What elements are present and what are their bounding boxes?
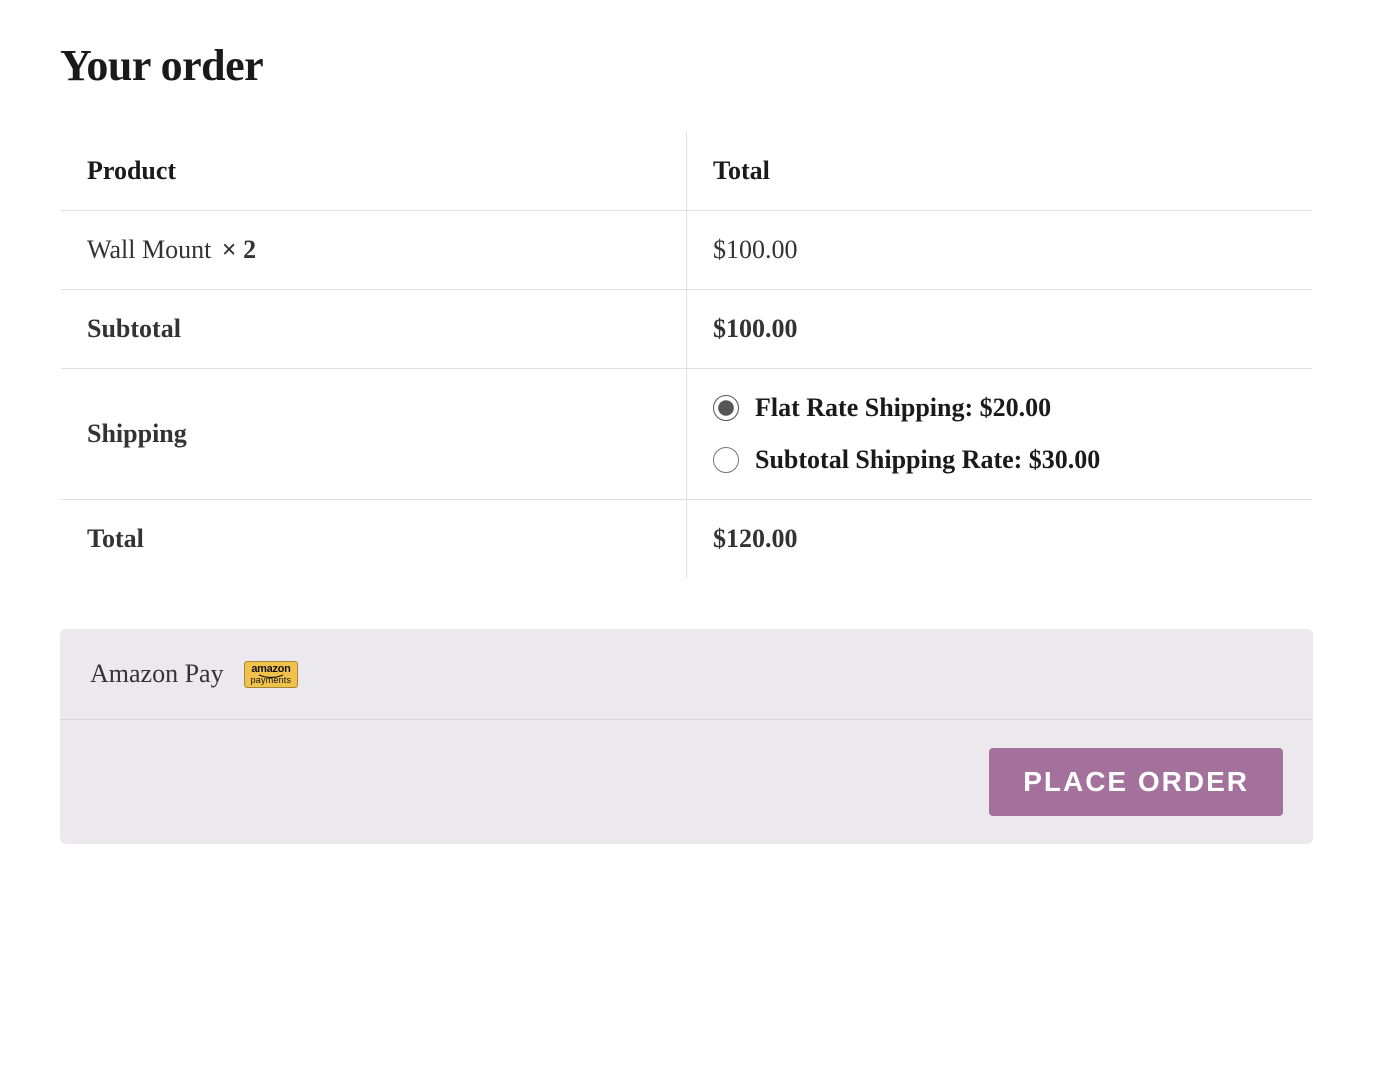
shipping-radio-subtotal-rate[interactable] bbox=[713, 447, 739, 473]
product-name: Wall Mount bbox=[87, 235, 218, 264]
payment-method-label: Amazon Pay bbox=[90, 659, 224, 689]
subtotal-row: Subtotal $100.00 bbox=[61, 290, 1313, 369]
table-row: Wall Mount × 2 $100.00 bbox=[61, 211, 1313, 290]
subtotal-value: $100.00 bbox=[687, 290, 1313, 369]
product-line-total: $100.00 bbox=[687, 211, 1313, 290]
place-order-button[interactable]: PLACE ORDER bbox=[989, 748, 1283, 816]
product-quantity: × 2 bbox=[222, 235, 256, 264]
shipping-row: Shipping Flat Rate Shipping: $20.00 Subt… bbox=[61, 369, 1313, 500]
total-value: $120.00 bbox=[687, 500, 1313, 579]
shipping-label: Shipping bbox=[61, 369, 687, 500]
total-row: Total $120.00 bbox=[61, 500, 1313, 579]
place-order-row: PLACE ORDER bbox=[60, 720, 1313, 844]
column-header-product: Product bbox=[61, 132, 687, 211]
total-label: Total bbox=[61, 500, 687, 579]
shipping-option-label: Subtotal Shipping Rate: $30.00 bbox=[755, 445, 1100, 475]
amazon-badge-bottom-text: payments bbox=[251, 676, 292, 685]
payment-method-amazon-pay[interactable]: Amazon Pay amazon payments bbox=[60, 629, 1313, 720]
page-title: Your order bbox=[60, 40, 1313, 91]
order-review-table: Product Total Wall Mount × 2 $100.00 Sub… bbox=[60, 131, 1313, 579]
column-header-total: Total bbox=[687, 132, 1313, 211]
amazon-payments-icon: amazon payments bbox=[244, 661, 299, 688]
shipping-options: Flat Rate Shipping: $20.00 Subtotal Ship… bbox=[713, 393, 1286, 475]
shipping-option-label: Flat Rate Shipping: $20.00 bbox=[755, 393, 1051, 423]
shipping-option-flat-rate[interactable]: Flat Rate Shipping: $20.00 bbox=[713, 393, 1286, 423]
payment-box: Amazon Pay amazon payments PLACE ORDER bbox=[60, 629, 1313, 844]
shipping-radio-flat-rate[interactable] bbox=[713, 395, 739, 421]
subtotal-label: Subtotal bbox=[61, 290, 687, 369]
shipping-option-subtotal-rate[interactable]: Subtotal Shipping Rate: $30.00 bbox=[713, 445, 1286, 475]
